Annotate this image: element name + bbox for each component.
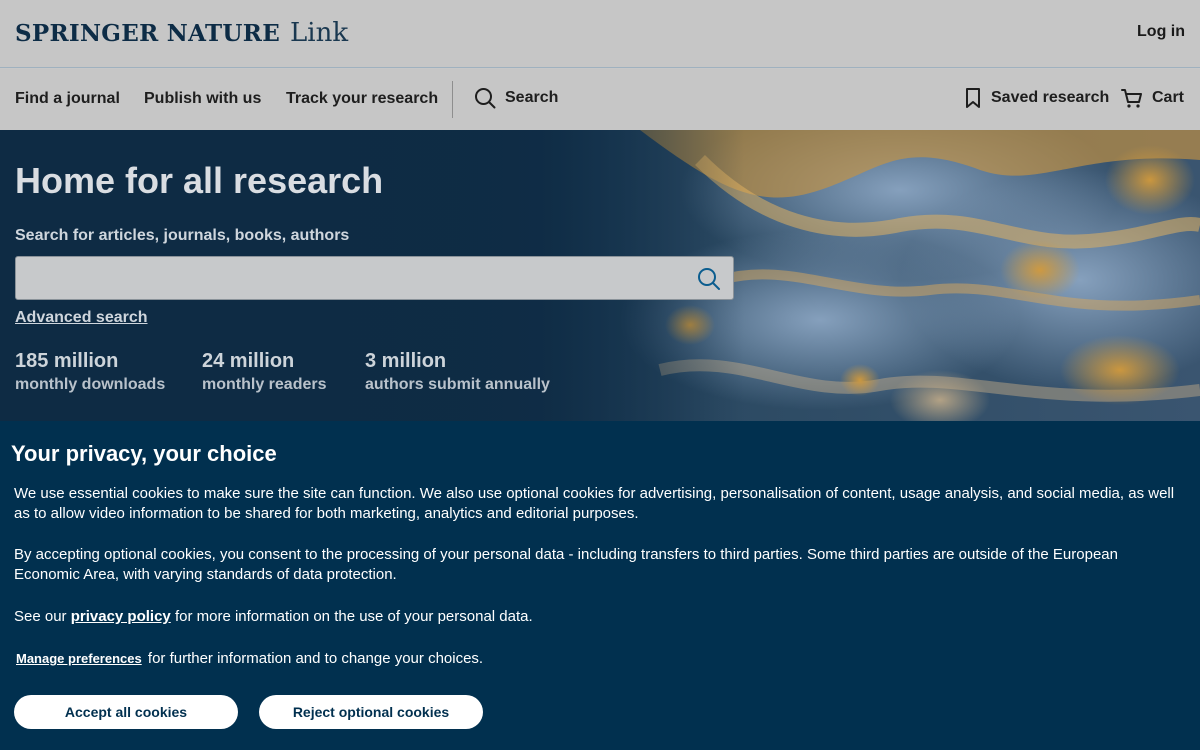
search-label: Search for articles, journals, books, au… [15, 227, 350, 244]
hero-title: Home for all research [15, 160, 384, 201]
manage-text-post: for further information and to change yo… [147, 650, 484, 667]
logo-brand: SPRINGER NATURE [15, 20, 281, 47]
stat-readers: 24 million monthly readers [202, 350, 326, 394]
cart-button[interactable]: Cart [1121, 87, 1184, 109]
cart-icon [1121, 89, 1142, 108]
privacy-text-pre: See our [14, 608, 67, 625]
privacy-text-post: for more information on the use of your … [174, 608, 533, 625]
search-icon [475, 88, 496, 109]
search-input[interactable] [16, 257, 733, 299]
nav-find-journal[interactable]: Find a journal [15, 90, 120, 108]
stat-label: monthly downloads [15, 376, 166, 393]
nav-search-label: Search [505, 89, 559, 106]
manage-preferences-link[interactable]: Manage preferences [14, 650, 144, 667]
stat-authors: 3 million authors submit annually [365, 350, 550, 394]
nav-track-research[interactable]: Track your research [286, 90, 438, 108]
bookmark-icon [966, 88, 980, 108]
privacy-policy-link[interactable]: privacy policy [71, 608, 171, 625]
logo-sub: Link [290, 18, 349, 48]
stat-value: 24 million [202, 350, 295, 372]
nav-search-button[interactable]: Search [474, 87, 558, 109]
stat-downloads: 185 million monthly downloads [15, 350, 165, 394]
stat-label: monthly readers [202, 376, 327, 393]
cookie-paragraph-3: See our privacy policy for more informat… [14, 607, 1186, 627]
cookie-paragraph-1: We use essential cookies to make sure th… [14, 485, 1175, 522]
saved-research-button[interactable]: Saved research [964, 87, 1109, 109]
reject-optional-cookies-button[interactable]: Reject optional cookies [259, 695, 483, 729]
stat-value: 3 million [365, 350, 447, 372]
nav-publish[interactable]: Publish with us [144, 90, 261, 108]
site-header: SPRINGER NATURE Link Log in [0, 0, 1200, 68]
hero-section: Home for all research Search for article… [0, 130, 1200, 421]
springer-nature-link-logo[interactable]: SPRINGER NATURE Link [15, 18, 348, 48]
advanced-search-link[interactable]: Advanced search [15, 309, 148, 327]
nav-divider [452, 81, 453, 118]
accept-all-cookies-button[interactable]: Accept all cookies [14, 695, 238, 729]
login-link[interactable]: Log in [1137, 23, 1185, 41]
saved-research-label: Saved research [991, 89, 1110, 106]
stat-value: 185 million [15, 350, 119, 372]
cart-label: Cart [1152, 89, 1185, 106]
cookie-title: Your privacy, your choice [11, 441, 277, 466]
search-field[interactable] [15, 256, 734, 300]
stat-label: authors submit annually [365, 376, 550, 393]
cookie-paragraph-4: Manage preferences for further informati… [14, 649, 1186, 669]
main-nav: Find a journal Publish with us Track you… [0, 69, 1200, 130]
cookie-paragraph-2: By accepting optional cookies, you conse… [14, 546, 1118, 583]
cookie-banner: Your privacy, your choice We use essenti… [0, 421, 1200, 750]
search-submit-icon[interactable] [697, 267, 721, 291]
